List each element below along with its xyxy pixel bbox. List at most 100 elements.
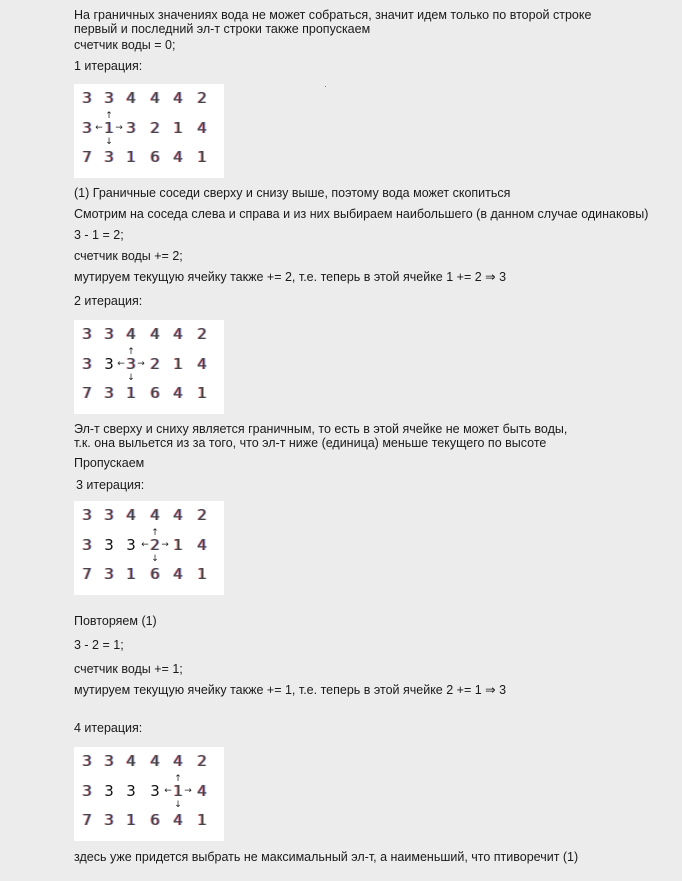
arrow-right-icon: → [184,786,192,796]
grid-cell: 4 [173,325,183,343]
grid-cell: 3 [104,811,114,829]
grid-image: 3 3 4 4 4 2 3 3 3 2 1 4 7 3 1 6 4 1 ↑ ↓ ← → [74,501,224,595]
grid-cell: 3 [126,782,136,800]
grid-cell: 1 [173,536,183,554]
arrow-up-icon: ↑ [127,347,135,357]
grid-cell: 3 [82,752,92,770]
grid-image: 3 3 4 4 4 2 3 3 3 2 1 4 7 3 1 6 4 1 ↑ ↓ ← → [74,320,224,414]
text-line: т.к. она выльется из за того, что эл-т н… [74,436,547,450]
text-line: мутируем текущую ячейку также += 1, т.е.… [74,683,507,697]
grid-cell: 7 [82,811,92,829]
text-line: 3 - 1 = 2; [74,228,124,242]
grid-cell: 3 [104,89,114,107]
grid-cell: 1 [126,384,136,402]
text-line: счетчик воды += 1; [74,662,183,676]
grid-cell: 3 [82,89,92,107]
grid-cell: 6 [150,384,160,402]
grid-cell: 2 [197,325,207,343]
arrow-up-icon: ↑ [105,111,113,121]
grid-cell: 2 [197,752,207,770]
grid-cell: 3 [82,536,92,554]
arrow-down-icon: ↓ [151,554,159,564]
stray-dot [325,86,326,87]
grid-cell: 1 [126,811,136,829]
grid-cell: 4 [150,325,160,343]
text-line: счетчик воды += 2; [74,249,183,263]
grid-cell: 1 [197,384,207,402]
grid-cell: 4 [150,506,160,524]
grid-cell: 4 [197,782,207,800]
grid-cell: 6 [150,148,160,166]
grid-cell: 1 [126,565,136,583]
grid-cell: 7 [82,148,92,166]
arrow-left-icon: ← [141,540,149,550]
grid-cell: 4 [173,565,183,583]
grid-cell: 2 [197,89,207,107]
iteration-heading: 1 итерация: [74,59,143,73]
text-line: Повторяем (1) [74,614,157,628]
grid-cell: 1 [197,811,207,829]
grid-cell: 6 [150,811,160,829]
grid-cell: 3 [82,782,92,800]
grid-image: 3 3 4 4 4 2 3 3 3 3 1 4 7 3 1 6 4 1 ↑ ↓ ← → [74,747,224,841]
iteration-heading: 2 итерация: [74,294,143,308]
grid-cell: 3 [126,536,136,554]
arrow-left-icon: ← [164,786,172,796]
grid-cell: 3 [104,565,114,583]
arrow-left-icon: ← [117,359,125,369]
grid-cell: 4 [126,89,136,107]
arrow-right-icon: → [161,540,169,550]
grid-cell: 2 [150,119,160,137]
grid-image: 3 3 4 4 4 2 3 1 3 2 1 4 7 3 1 6 4 1 ↑ ↓ ← → [74,84,224,178]
iteration-heading: 3 итерация: [76,478,145,492]
text-line: Эл-т сверху и сниху является граничным, … [74,422,568,436]
grid-cell: 3 [104,506,114,524]
grid-cell: 2 [150,355,160,373]
grid-cell: 1 [197,148,207,166]
text-line: На граничных значениях вода не может соб… [74,8,592,22]
arrow-up-icon: ↑ [174,774,182,784]
text-line: мутируем текущую ячейку также += 2, т.е.… [74,270,507,284]
grid-cell: 4 [126,325,136,343]
grid-cell: 4 [173,752,183,770]
grid-cell: 3 [82,506,92,524]
arrow-up-icon: ↑ [151,528,159,538]
grid-cell: 2 [197,506,207,524]
grid-cell: 3 [104,536,114,554]
grid-cell: 1 [173,355,183,373]
text-line: первый и последний эл-т строки также про… [74,22,371,36]
text-line: Пропускаем [74,456,145,470]
arrow-right-icon: → [115,123,123,133]
grid-cell: 3 [82,355,92,373]
grid-cell: 3 [104,752,114,770]
grid-cell: 4 [173,811,183,829]
grid-cell: 4 [173,148,183,166]
grid-cell: 7 [82,384,92,402]
grid-cell: 4 [173,384,183,402]
grid-cell: 3 [104,148,114,166]
grid-cell: 4 [150,89,160,107]
grid-cell: 4 [126,506,136,524]
grid-cell: 4 [150,752,160,770]
grid-cell: 4 [126,752,136,770]
grid-cell: 1 [126,148,136,166]
grid-cell: 7 [82,565,92,583]
grid-cell: 4 [173,506,183,524]
text-line: (1) Граничные соседи сверху и снизу выше… [74,186,511,200]
iteration-heading: 4 итерация: [74,721,143,735]
grid-cell: 1 [197,565,207,583]
arrow-left-icon: ← [95,123,103,133]
text-line: счетчик воды = 0; [74,38,176,52]
arrow-down-icon: ↓ [127,373,135,383]
grid-cell: 1 [173,119,183,137]
text-line: 3 - 2 = 1; [74,638,124,652]
grid-cell: 6 [150,565,160,583]
grid-cell: 3 [104,384,114,402]
grid-cell: 3 [104,782,114,800]
arrow-right-icon: → [137,359,145,369]
grid-cell: 4 [197,355,207,373]
grid-cell: 4 [197,119,207,137]
grid-cell: 3 [104,325,114,343]
arrow-down-icon: ↓ [174,800,182,810]
grid-cell: 3 [82,325,92,343]
